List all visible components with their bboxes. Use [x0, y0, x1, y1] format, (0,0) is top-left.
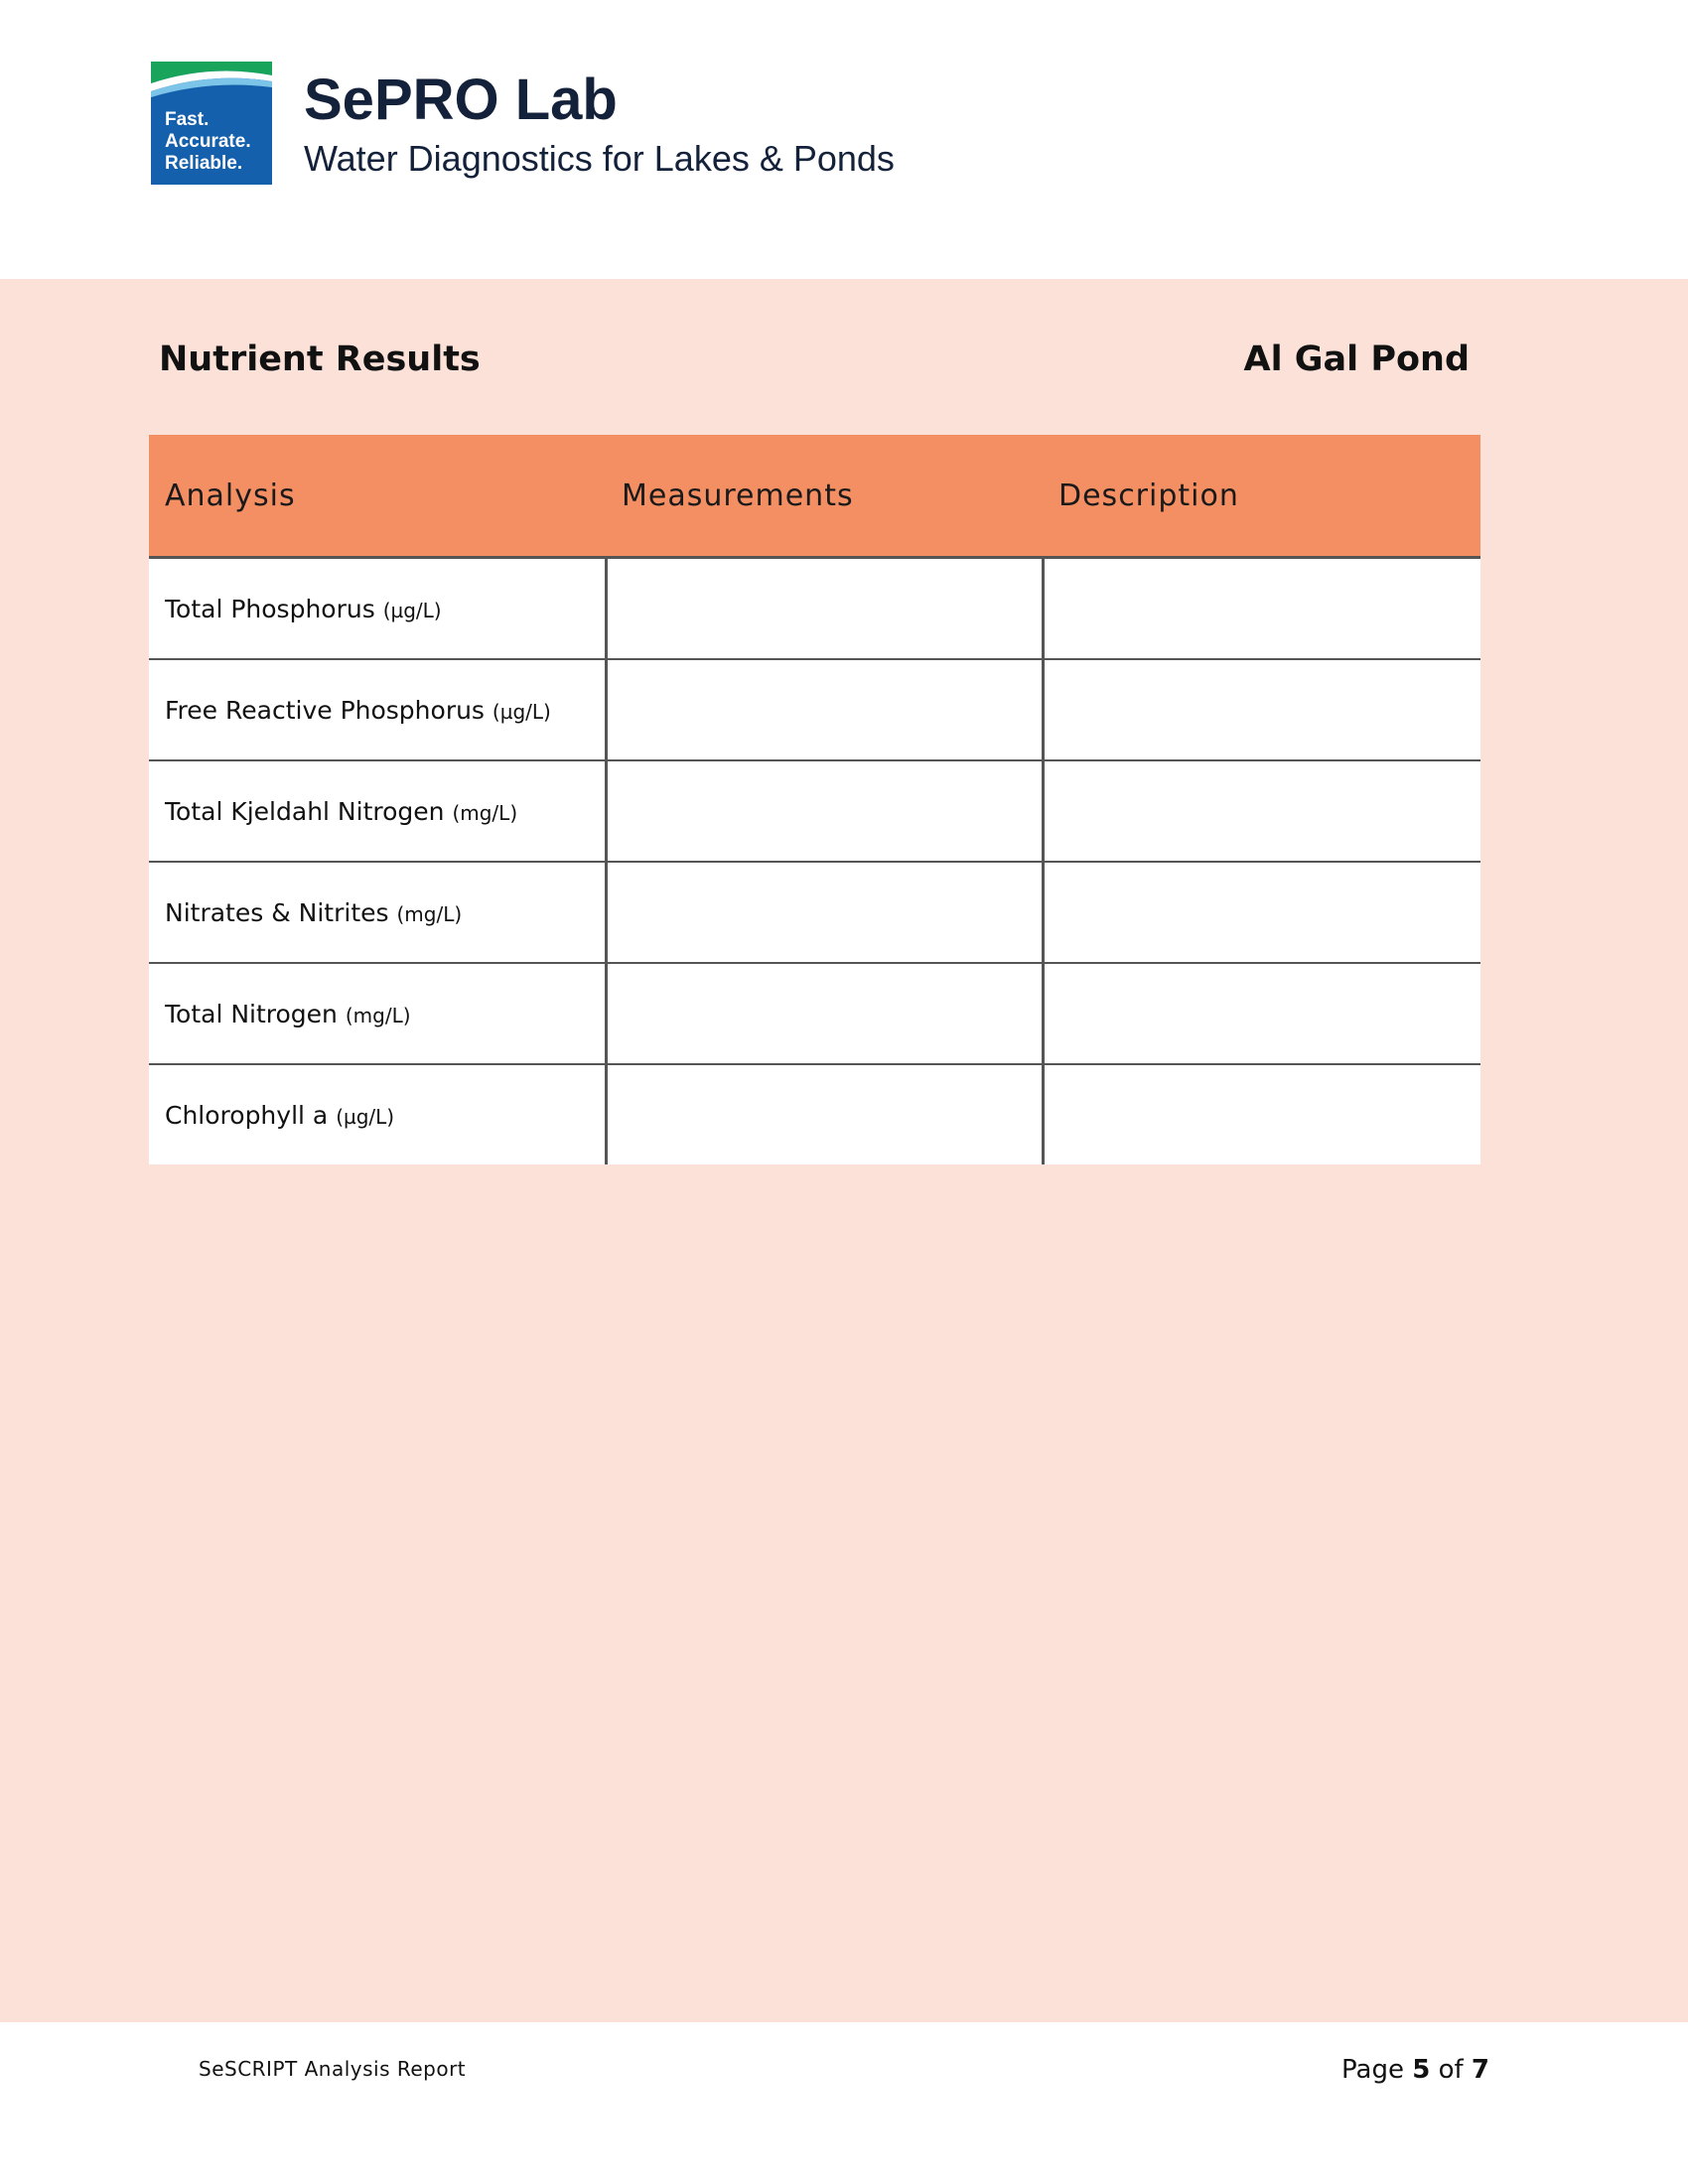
- logo-line: Fast.: [165, 109, 210, 130]
- report-name: SeSCRIPT Analysis Report: [199, 2057, 467, 2081]
- column-header-description: Description: [1043, 435, 1480, 559]
- measurement-cell: [606, 659, 1045, 761]
- nutrient-results-table: Analysis Measurements Description Total …: [149, 435, 1480, 1164]
- analysis-name: Total Nitrogen: [165, 999, 338, 1028]
- description-cell: [1043, 557, 1480, 660]
- measurement-cell: [606, 1064, 1045, 1164]
- measurement-cell: [606, 760, 1045, 863]
- logo-tagline: Fast. Accurate. Reliable.: [165, 109, 251, 175]
- analysis-name: Free Reactive Phosphorus: [165, 695, 485, 725]
- table-row: Total Kjeldahl Nitrogen (mg/L): [149, 760, 1480, 863]
- description-cell: [1043, 963, 1480, 1065]
- analysis-unit: (mg/L): [396, 901, 463, 926]
- logo-line: Reliable.: [165, 153, 243, 174]
- analysis-unit: (mg/L): [345, 1003, 411, 1027]
- analysis-name: Total Phosphorus: [165, 594, 375, 623]
- analysis-cell: Nitrates & Nitrites (mg/L): [149, 862, 608, 964]
- description-cell: [1043, 862, 1480, 964]
- measurement-cell: [606, 557, 1045, 660]
- brand-subtitle: Water Diagnostics for Lakes & Ponds: [304, 138, 895, 179]
- logo-line: Accurate.: [165, 131, 251, 152]
- page-prefix: Page: [1341, 2055, 1404, 2085]
- analysis-cell: Total Kjeldahl Nitrogen (mg/L): [149, 760, 608, 863]
- table-row: Nitrates & Nitrites (mg/L): [149, 862, 1480, 964]
- page-current: 5: [1412, 2055, 1431, 2085]
- analysis-name: Chlorophyll a: [165, 1100, 329, 1130]
- analysis-cell: Total Phosphorus (µg/L): [149, 557, 608, 660]
- table-row: Chlorophyll a (µg/L): [149, 1064, 1480, 1164]
- sepro-logo: Fast. Accurate. Reliable.: [151, 62, 272, 185]
- analysis-cell: Chlorophyll a (µg/L): [149, 1064, 608, 1164]
- brand-title: SePRO Lab: [304, 68, 618, 132]
- analysis-cell: Total Nitrogen (mg/L): [149, 963, 608, 1065]
- page-of: of: [1438, 2055, 1464, 2085]
- site-name: Al Gal Pond: [1243, 340, 1470, 379]
- analysis-cell: Free Reactive Phosphorus (µg/L): [149, 659, 608, 761]
- analysis-unit: (µg/L): [336, 1104, 395, 1129]
- analysis-name: Nitrates & Nitrites: [165, 897, 389, 927]
- column-header-analysis: Analysis: [149, 435, 606, 559]
- analysis-unit: (µg/L): [492, 699, 551, 724]
- measurement-cell: [606, 963, 1045, 1065]
- table-row: Total Nitrogen (mg/L): [149, 963, 1480, 1065]
- section-title: Nutrient Results: [159, 340, 481, 379]
- table-row: Total Phosphorus (µg/L): [149, 557, 1480, 660]
- analysis-name: Total Kjeldahl Nitrogen: [165, 796, 445, 826]
- page-number: Page 5 of 7: [1341, 2055, 1489, 2085]
- description-cell: [1043, 1064, 1480, 1164]
- measurement-cell: [606, 862, 1045, 964]
- page-header: Fast. Accurate. Reliable. SePRO Lab Wate…: [0, 0, 1688, 278]
- analysis-unit: (µg/L): [382, 598, 442, 622]
- analysis-unit: (mg/L): [452, 800, 518, 825]
- table-row: Free Reactive Phosphorus (µg/L): [149, 659, 1480, 761]
- page-total: 7: [1471, 2055, 1489, 2085]
- description-cell: [1043, 760, 1480, 863]
- column-header-measurements: Measurements: [606, 435, 1043, 559]
- table-header-row: Analysis Measurements Description: [149, 435, 1480, 559]
- description-cell: [1043, 659, 1480, 761]
